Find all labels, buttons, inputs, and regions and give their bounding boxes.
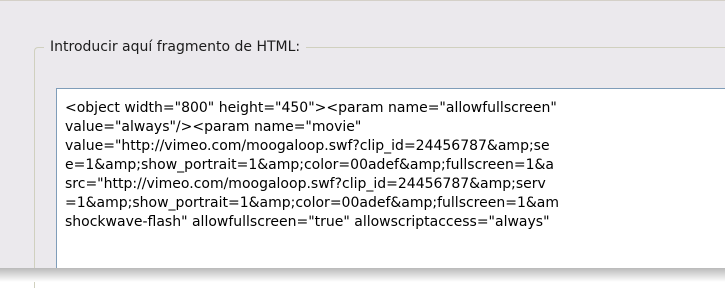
textarea-line: value="http://vimeo.com/moogaloop.swf?cl… [65, 138, 550, 154]
window-bottom-shadow [0, 268, 725, 282]
textarea-line: src="http://vimeo.com/moogaloop.swf?clip… [65, 176, 546, 192]
textarea-line: value="always"/><param name="movie" [65, 119, 362, 135]
html-fragment-textarea[interactable]: <object width="800" height="450"><param … [56, 88, 725, 278]
groupbox-label: Introducir aquí fragmento de HTML: [44, 38, 307, 56]
html-snippet-dialog: Introducir aquí fragmento de HTML: <obje… [0, 0, 725, 288]
textarea-line: e=1&amp;show_portrait=1&amp;color=00adef… [65, 157, 554, 173]
textarea-line: <object width="800" height="450"><param … [65, 100, 557, 116]
textarea-line: shockwave-flash" allowfullscreen="true" … [65, 214, 550, 230]
textarea-line: =1&amp;show_portrait=1&amp;color=00adef&… [65, 195, 559, 211]
